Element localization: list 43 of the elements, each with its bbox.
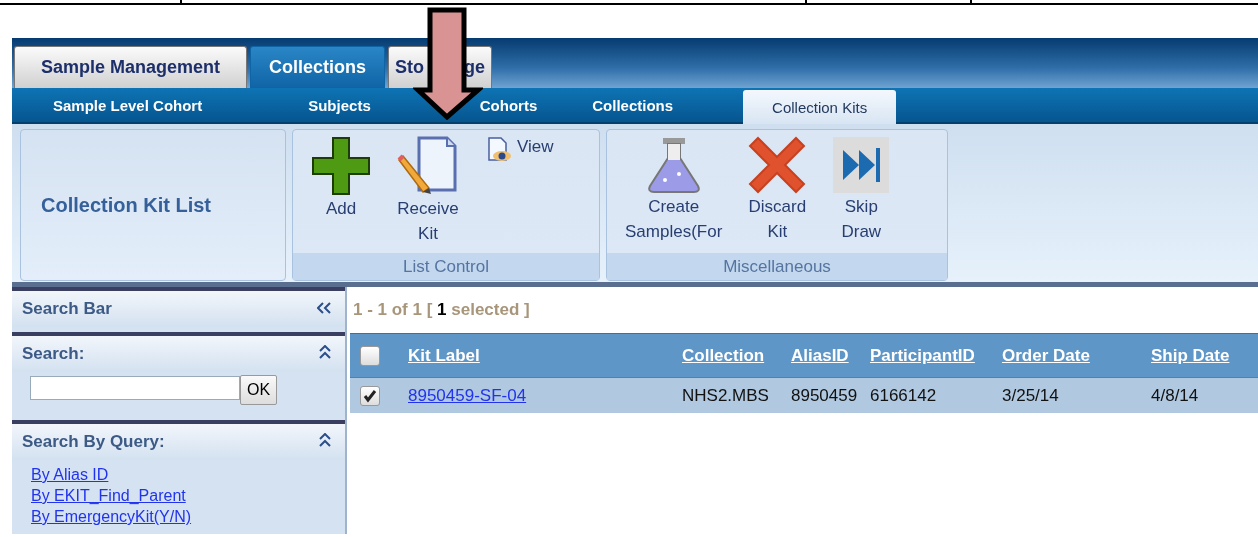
sub-tab[interactable]: Collections — [592, 96, 674, 114]
group-label: List Control — [293, 253, 599, 280]
table-cell: 3/25/14 — [1002, 385, 1059, 405]
toolbar-button[interactable]: View — [477, 136, 562, 164]
sub-tab[interactable]: Collection Kits — [743, 90, 897, 124]
pencil-page-icon — [397, 136, 459, 196]
sub-tab[interactable]: Subjects — [308, 96, 371, 114]
checkbox[interactable] — [360, 385, 380, 406]
panel-title: Search Bar — [22, 299, 112, 319]
table-cell: 6166142 — [870, 385, 937, 405]
plus-icon — [311, 136, 371, 196]
nav-tab[interactable]: Collections — [250, 46, 385, 88]
group-label: Miscellaneous — [607, 253, 947, 280]
section-title: Search: — [22, 344, 85, 364]
table-cell: NHS2.MBS — [682, 385, 769, 405]
search-field[interactable] — [30, 376, 240, 400]
query-link[interactable]: By EmergencyKit(Y/N) — [31, 506, 345, 527]
table-cell: 8950459 — [791, 385, 858, 405]
query-link[interactable]: By EKIT_Find_Parent — [31, 485, 345, 506]
double-chevron-icon — [317, 302, 331, 314]
checkbox[interactable] — [360, 345, 380, 366]
results-summary: 1 - 1 of 1 [ 1 selected ] — [353, 300, 530, 320]
table-cell: 4/8/14 — [1151, 385, 1199, 405]
double-chevron-icon — [319, 345, 331, 359]
page-eye-icon — [485, 136, 513, 164]
toolbar-button[interactable]: Discard Kit — [740, 136, 815, 244]
cross-icon — [748, 136, 807, 194]
section-title: Search By Query: — [22, 432, 165, 452]
kit-link[interactable]: 8950459-SF-04 — [408, 385, 527, 405]
skip-forward-icon — [832, 136, 891, 194]
table-row[interactable]: 8950459-SF-04 NHS2.MBS 8950459 6166142 3/25/14 4/8/14 — [350, 378, 1258, 413]
tab-label-part: Sto — [395, 57, 424, 78]
ok-button[interactable]: OK — [240, 375, 278, 405]
toolbar-button[interactable]: Receive Kit — [389, 136, 467, 246]
sub-tab[interactable]: Sample Level Cohort — [53, 96, 203, 114]
query-link[interactable]: By Alias ID — [31, 464, 345, 485]
double-chevron-icon — [319, 433, 331, 447]
toolbar-button[interactable]: Skip Draw — [824, 136, 899, 244]
toolbar-button[interactable]: Add — [303, 136, 379, 221]
page-title: Collection Kit List — [20, 129, 286, 281]
sub-tab[interactable]: Cohorts — [479, 96, 538, 114]
toolbar-button[interactable]: Create Samples(For — [617, 136, 731, 244]
nav-tab[interactable]: Sample Management — [14, 46, 247, 88]
